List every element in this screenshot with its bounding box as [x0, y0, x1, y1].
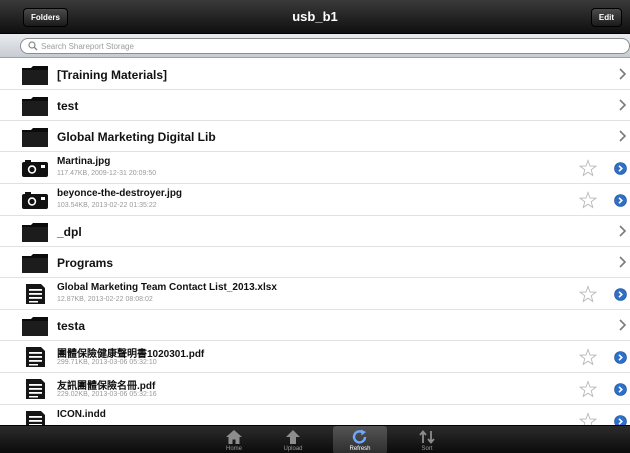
file-list[interactable]: [Training Materials] test Global Marketing… [0, 59, 630, 425]
document-icon [26, 411, 45, 425]
star-icon[interactable] [579, 348, 597, 366]
detail-disclosure-icon[interactable] [614, 415, 627, 425]
item-name: Global Marketing Team Contact List_2013.… [57, 282, 277, 293]
folder-row[interactable]: [Training Materials] [0, 59, 630, 90]
chevron-right-icon [619, 68, 627, 80]
tab-label: Sort [421, 446, 433, 452]
item-name: Martina.jpg [57, 156, 111, 167]
file-row[interactable]: ICON.indd [0, 405, 630, 425]
item-name: 友訊團體保險名冊.pdf [57, 381, 156, 392]
detail-disclosure-icon[interactable] [614, 162, 627, 175]
folder-icon [22, 128, 48, 147]
folder-row[interactable]: Global Marketing Digital Lib [0, 121, 630, 152]
tab-label: Upload [283, 446, 303, 452]
tab-bar: Home Upload Refresh Sort [0, 425, 630, 453]
search-bar [0, 34, 630, 58]
item-name: testa [57, 319, 86, 333]
detail-disclosure-icon[interactable] [614, 351, 627, 364]
folder-row[interactable]: testa [0, 310, 630, 341]
document-icon [26, 284, 45, 304]
search-input[interactable] [41, 40, 601, 53]
camera-icon [22, 192, 48, 209]
chevron-right-icon [619, 99, 627, 111]
file-row[interactable]: 友訊團體保險名冊.pdf 229.02KB, 2013-03-06 05:32:1… [0, 373, 630, 405]
file-row[interactable]: Martina.jpg 117.47KB, 2009-12-31 20:09:50 [0, 152, 630, 184]
chevron-right-icon [619, 319, 627, 331]
file-row[interactable]: beyonce-the-destroyer.jpg 103.54KB, 2013-… [0, 184, 630, 216]
chevron-right-icon [619, 130, 627, 142]
page-title: usb_b1 [292, 9, 338, 24]
tab-label: Refresh [349, 446, 371, 452]
item-name: Programs [57, 256, 114, 270]
folder-icon [22, 66, 48, 85]
chevron-right-icon [619, 225, 627, 237]
folder-row[interactable]: Programs [0, 247, 630, 278]
item-meta: 299.71KB, 2013-03-06 05:32:10 [57, 359, 157, 366]
star-icon[interactable] [579, 285, 597, 303]
document-icon [26, 379, 45, 399]
item-name: [Training Materials] [57, 68, 168, 82]
item-meta: 229.02KB, 2013-03-06 05:32:16 [57, 391, 157, 398]
folder-icon [22, 223, 48, 242]
tab-label: Home [225, 446, 242, 452]
star-icon[interactable] [579, 412, 597, 425]
folder-icon [22, 254, 48, 273]
navigation-bar: Folders usb_b1 Edit [0, 0, 630, 34]
file-row[interactable]: 團體保險健康聲明書1020301.pdf 299.71KB, 2013-03-06… [0, 341, 630, 373]
search-field[interactable] [20, 38, 630, 54]
folder-row[interactable]: _dpl [0, 216, 630, 247]
item-name: test [57, 99, 79, 113]
upload-icon [286, 430, 300, 444]
folder-row[interactable]: test [0, 90, 630, 121]
star-icon[interactable] [579, 191, 597, 209]
star-icon[interactable] [579, 380, 597, 398]
item-name: _dpl [57, 225, 82, 239]
item-name: 團體保險健康聲明書1020301.pdf [57, 349, 205, 360]
document-icon [26, 347, 45, 367]
file-row[interactable]: Global Marketing Team Contact List_2013.… [0, 278, 630, 310]
detail-disclosure-icon[interactable] [614, 288, 627, 301]
tab-sort[interactable]: Sort [400, 426, 454, 453]
item-name: beyonce-the-destroyer.jpg [57, 188, 183, 199]
tab-upload[interactable]: Upload [266, 426, 320, 453]
item-name: ICON.indd [57, 409, 106, 420]
item-name: Global Marketing Digital Lib [57, 130, 216, 144]
tab-home[interactable]: Home [207, 426, 261, 453]
detail-disclosure-icon[interactable] [614, 194, 627, 207]
item-meta: 117.47KB, 2009-12-31 20:09:50 [57, 170, 157, 177]
folder-icon [22, 317, 48, 336]
star-icon[interactable] [579, 159, 597, 177]
search-icon [28, 41, 38, 51]
app-window: Folders usb_b1 Edit [Training Materials]… [0, 0, 630, 453]
edit-button[interactable]: Edit [590, 8, 622, 27]
detail-disclosure-icon[interactable] [614, 383, 627, 396]
folder-icon [22, 97, 48, 116]
refresh-icon [352, 429, 367, 444]
home-icon [226, 430, 242, 444]
tab-refresh[interactable]: Refresh [333, 426, 387, 453]
camera-icon [22, 160, 48, 177]
item-meta: 12.87KB, 2013-02-22 08:08:02 [57, 296, 153, 303]
sort-icon [419, 430, 435, 444]
chevron-right-icon [619, 256, 627, 268]
item-meta: 103.54KB, 2013-02-22 01:35:22 [57, 202, 157, 209]
